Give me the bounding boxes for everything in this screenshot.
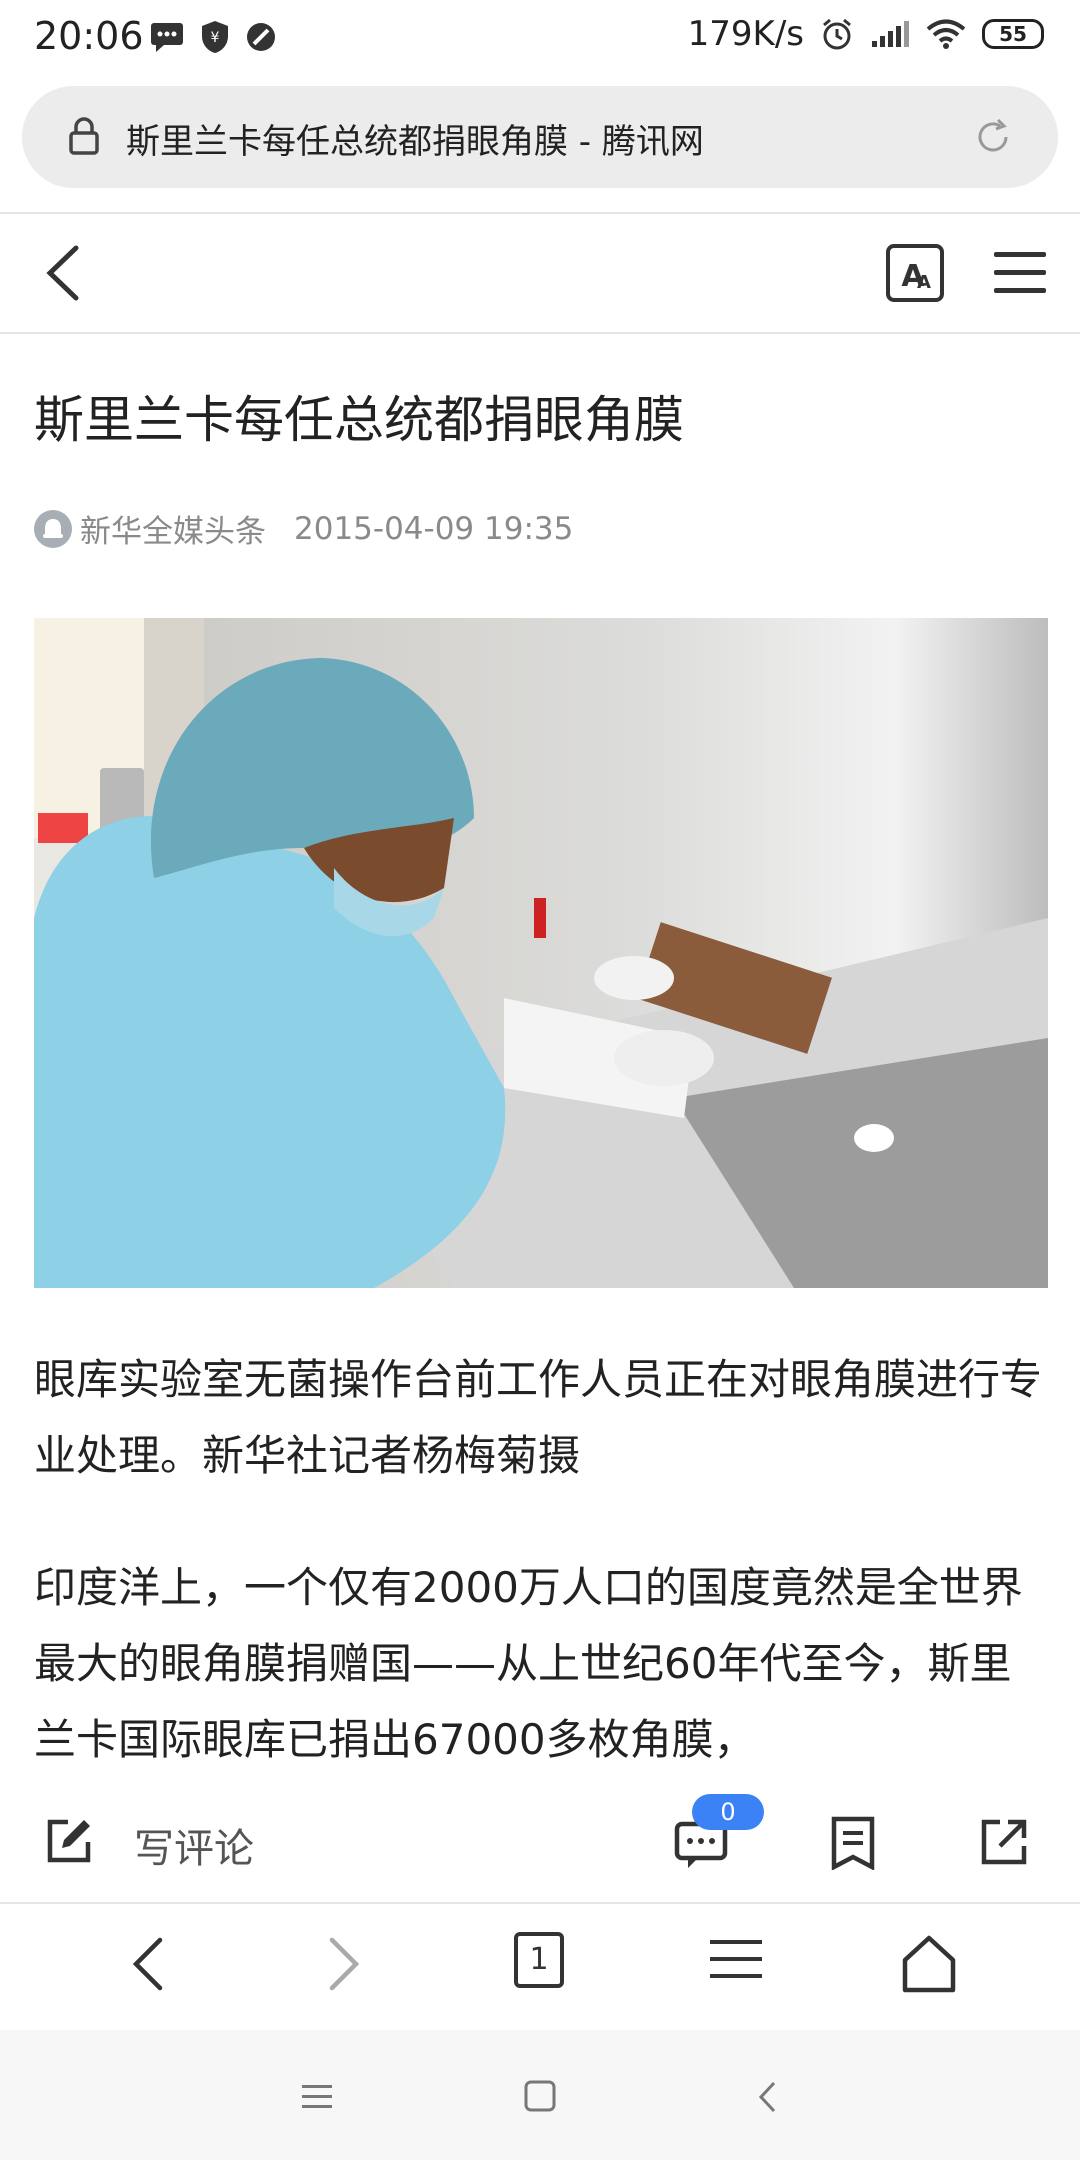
- article-title: 斯里兰卡每任总统都捐眼角膜: [34, 391, 684, 449]
- back-icon[interactable]: [36, 240, 96, 306]
- system-back-icon[interactable]: [756, 2080, 780, 2114]
- photo-illustration: [34, 618, 1048, 1288]
- write-comment-button[interactable]: 写评论: [134, 1816, 254, 1874]
- menu-icon[interactable]: [992, 248, 1048, 298]
- block-icon: [247, 23, 275, 51]
- reload-icon[interactable]: [972, 116, 1014, 158]
- svg-text:A: A: [917, 272, 931, 293]
- battery-icon: 55: [982, 19, 1044, 49]
- article-toolbar: A A: [0, 214, 1080, 332]
- photo-caption: 眼库实验室无菌操作台前工作人员正在对眼角膜进行专业处理。新华社记者杨梅菊摄: [34, 1355, 1043, 1480]
- article-photo[interactable]: [34, 618, 1048, 1288]
- status-bar: 20:06 ¥ 179K/s 55: [0, 0, 1080, 80]
- browser-menu-icon[interactable]: [708, 1934, 764, 1984]
- system-nav-bar: [0, 2030, 1080, 2160]
- article-paragraph: 印度洋上，一个仅有2000万人口的国度竟然是全世界最大的眼角膜捐赠国——从上世纪…: [34, 1563, 1023, 1764]
- system-home-icon[interactable]: [524, 2080, 556, 2112]
- font-size-icon[interactable]: A A: [886, 244, 944, 302]
- share-icon[interactable]: [978, 1816, 1030, 1868]
- write-comment-icon[interactable]: [42, 1816, 94, 1868]
- comment-bar: 写评论 0: [0, 1780, 1080, 1902]
- source-avatar-icon: [34, 509, 72, 548]
- battery-level: 55: [999, 22, 1027, 46]
- browser-back-icon[interactable]: [128, 1934, 168, 1994]
- message-icon: [151, 23, 183, 52]
- signal-icon: [872, 21, 909, 47]
- network-speed: 179K/s: [687, 14, 804, 54]
- svg-text:¥: ¥: [211, 30, 220, 46]
- url-text: 斯里兰卡每任总统都捐眼角膜 - 腾讯网: [126, 122, 704, 162]
- tabs-button[interactable]: 1: [514, 1932, 564, 1988]
- divider: [0, 332, 1080, 334]
- url-bar[interactable]: 斯里兰卡每任总统都捐眼角膜 - 腾讯网: [22, 86, 1058, 188]
- lock-icon: [69, 117, 99, 155]
- article-meta: 新华全媒头条 2015-04-09 19:35: [34, 506, 573, 551]
- home-icon[interactable]: [900, 1934, 958, 1994]
- comment-count-badge: 0: [692, 1794, 764, 1830]
- favorite-icon[interactable]: [830, 1816, 876, 1870]
- browser-forward-icon[interactable]: [324, 1934, 364, 1994]
- alarm-icon: [823, 18, 851, 50]
- browser-nav-bar: 1: [0, 1904, 1080, 2028]
- status-time: 20:06: [34, 14, 144, 58]
- shield-icon: ¥: [202, 21, 228, 53]
- article-source[interactable]: 新华全媒头条: [80, 506, 266, 551]
- article-date: 2015-04-09 19:35: [294, 510, 574, 547]
- recent-apps-icon[interactable]: [300, 2082, 334, 2112]
- wifi-icon: [926, 19, 966, 49]
